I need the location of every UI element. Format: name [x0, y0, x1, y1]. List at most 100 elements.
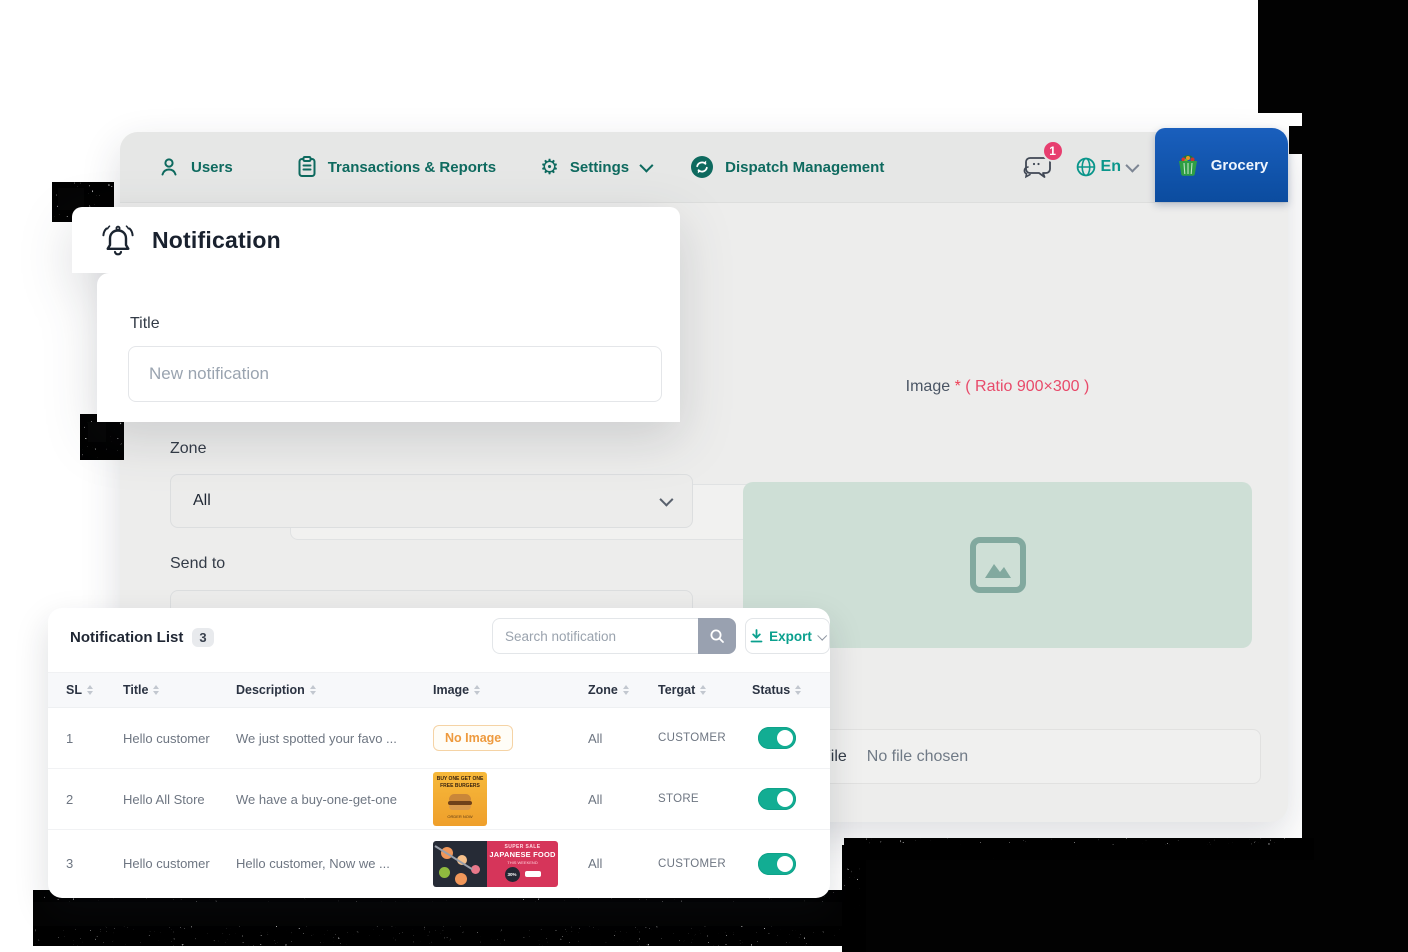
toggle-knob — [777, 791, 793, 807]
nav-item-users[interactable]: Users — [158, 156, 233, 178]
bell-icon — [98, 222, 138, 258]
column-header-title[interactable]: Title — [123, 683, 236, 697]
file-input-row[interactable]: File No file chosen — [788, 729, 1261, 784]
cell-description: We just spotted your favo ... — [236, 731, 433, 746]
column-header-tergat[interactable]: Tergat — [658, 683, 752, 697]
column-header-image[interactable]: Image — [433, 683, 588, 697]
zone-select[interactable]: All — [170, 474, 693, 528]
zone-label: Zone — [170, 440, 206, 458]
no-image-badge: No Image — [433, 725, 513, 751]
column-header-zone[interactable]: Zone — [588, 683, 658, 697]
japanese-food-banner-thumbnail[interactable]: SUPER SALEJAPANESE FOODTHIS WEEKEND30% — [433, 841, 558, 887]
notification-list-title-text: Notification List — [70, 629, 183, 646]
toggle-knob — [777, 856, 793, 872]
notification-title-input[interactable] — [128, 346, 662, 402]
status-toggle[interactable] — [758, 788, 796, 810]
cell-image: BUY ONE GET ONE FREE BURGERSORDER NOW — [433, 772, 588, 826]
cell-title: Hello All Store — [123, 792, 236, 807]
column-label: SL — [66, 683, 82, 697]
brand-label: Grocery — [1211, 157, 1269, 174]
chevron-down-icon — [639, 159, 653, 173]
grocery-brand-button[interactable]: Grocery — [1155, 128, 1288, 202]
notification-list-title: Notification List 3 — [70, 628, 214, 647]
glitch-noise-band — [33, 890, 873, 946]
banner-text-panel: SUPER SALEJAPANESE FOODTHIS WEEKEND30% — [487, 841, 558, 887]
column-header-description[interactable]: Description — [236, 683, 433, 697]
sort-icon[interactable] — [700, 685, 706, 695]
sort-icon[interactable] — [310, 685, 316, 695]
column-label: Title — [123, 683, 148, 697]
table-row: 2Hello All StoreWe have a buy-one-get-on… — [48, 769, 830, 830]
sort-icon[interactable] — [153, 685, 159, 695]
chevron-down-icon — [1125, 159, 1139, 173]
cell-target: CUSTOMER — [658, 858, 752, 870]
navbar-left-group: Users Transactions & Reports ⚙ Settings — [120, 155, 884, 179]
column-label: Status — [752, 683, 790, 697]
banner-subtitle: THIS WEEKEND — [507, 860, 537, 865]
sushi-piece — [455, 873, 467, 885]
cell-status — [752, 853, 830, 875]
sort-icon[interactable] — [795, 685, 801, 695]
chat-messages-button[interactable]: 1 — [1020, 150, 1058, 184]
status-toggle[interactable] — [758, 853, 796, 875]
globe-icon — [1076, 157, 1096, 177]
cell-description: We have a buy-one-get-one — [236, 792, 433, 807]
chevron-down-icon — [817, 630, 827, 640]
language-label: En — [1101, 158, 1121, 176]
banner-title: JAPANESE FOOD — [489, 850, 555, 859]
sort-icon[interactable] — [474, 685, 480, 695]
image-placeholder-icon — [969, 536, 1027, 594]
chevron-down-icon — [659, 493, 673, 507]
cell-sl: 1 — [66, 731, 123, 746]
navbar-right-group: 1 En — [1020, 132, 1136, 202]
column-header-sl[interactable]: SL — [66, 683, 123, 697]
cell-zone: All — [588, 792, 658, 807]
search-button[interactable] — [698, 618, 736, 654]
cell-description: Hello customer, Now we ... — [236, 856, 433, 871]
column-header-status[interactable]: Status — [752, 683, 830, 697]
nav-label-settings: Settings — [570, 159, 629, 176]
nav-item-dispatch-management[interactable]: Dispatch Management — [690, 155, 884, 179]
notification-panel-header: Notification — [72, 207, 680, 273]
title-field-label: Title — [130, 315, 160, 333]
thumb-text-top: BUY ONE GET ONE FREE BURGERS — [437, 776, 484, 790]
file-chosen-status: No file chosen — [867, 748, 968, 766]
notification-list-card: Notification List 3 Export SL Title Descri… — [48, 608, 830, 898]
chat-unread-badge: 1 — [1042, 140, 1064, 162]
sort-icon[interactable] — [87, 685, 93, 695]
banner-bottom-row: 30% — [505, 867, 541, 882]
cell-target: CUSTOMER — [658, 732, 752, 744]
required-asterisk: * — [955, 378, 961, 395]
nav-label-transactions-reports: Transactions & Reports — [328, 159, 496, 176]
search-input[interactable] — [492, 618, 698, 654]
language-selector[interactable]: En — [1076, 157, 1136, 177]
column-label: Description — [236, 683, 305, 697]
export-button[interactable]: Export — [745, 618, 830, 654]
notification-panel: Notification Title — [72, 207, 680, 422]
cell-zone: All — [588, 731, 658, 746]
grocery-basket-icon — [1175, 153, 1201, 177]
sort-icon[interactable] — [623, 685, 629, 695]
search-group — [492, 618, 736, 654]
gear-icon: ⚙ — [540, 157, 559, 178]
table-body: 1Hello customerWe just spotted your favo… — [48, 708, 830, 897]
column-label: Tergat — [658, 683, 695, 697]
cell-zone: All — [588, 856, 658, 871]
status-toggle[interactable] — [758, 727, 796, 749]
nav-label-users: Users — [191, 159, 233, 176]
image-ratio-note: ( Ratio 900×300 ) — [965, 378, 1089, 395]
dispatch-sync-icon — [690, 155, 714, 179]
burger-banner-thumbnail[interactable]: BUY ONE GET ONE FREE BURGERSORDER NOW — [433, 772, 487, 826]
nav-label-dispatch-management: Dispatch Management — [725, 159, 884, 176]
notification-panel-body: Title — [97, 273, 680, 422]
cell-title: Hello customer — [123, 731, 236, 746]
chopsticks — [434, 845, 472, 870]
nav-item-settings[interactable]: ⚙ Settings — [540, 157, 650, 178]
column-label: Image — [433, 683, 469, 697]
toggle-knob — [777, 730, 793, 746]
download-icon — [750, 629, 763, 643]
table-header-row: SL Title Description Image ZoneTergat Status — [48, 672, 830, 708]
nav-item-transactions-reports[interactable]: Transactions & Reports — [297, 156, 496, 178]
table-row: 3Hello customerHello customer, Now we ..… — [48, 830, 830, 897]
sushi-photo-collage — [433, 841, 487, 887]
